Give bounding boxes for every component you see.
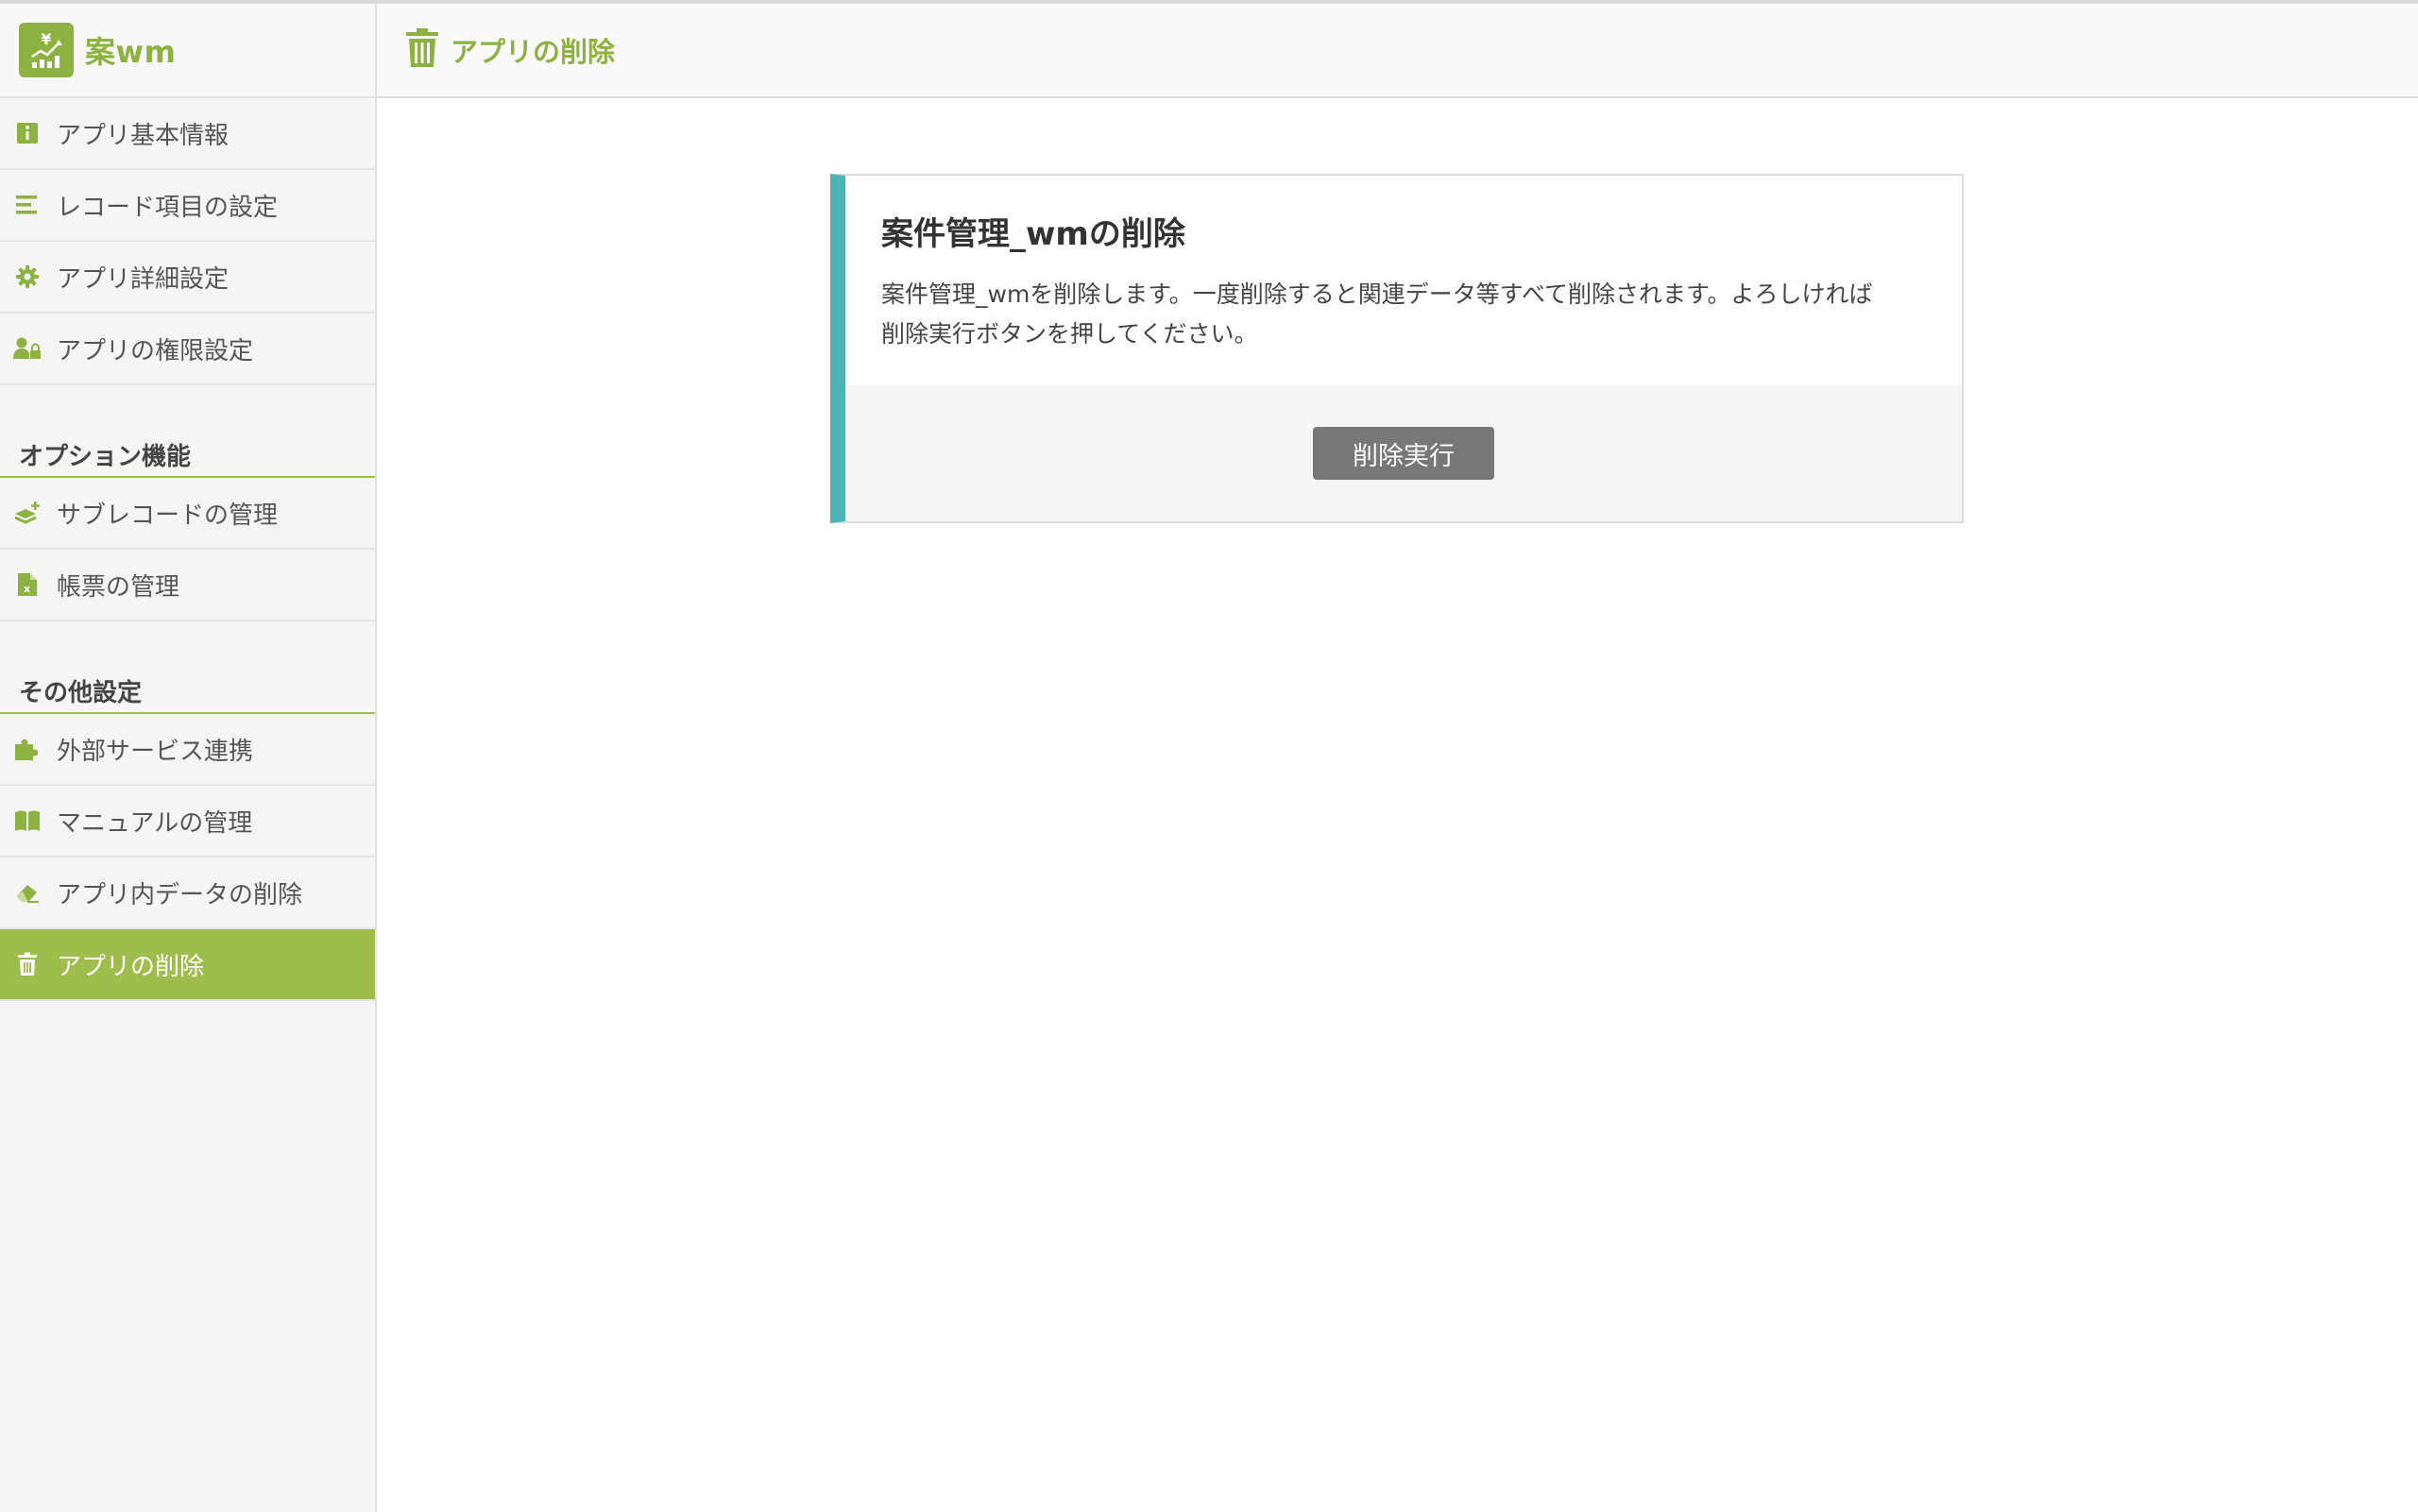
svg-text:¥: ¥ [41, 30, 51, 48]
sidebar-item-manuals[interactable]: マニュアルの管理 [0, 786, 375, 858]
app-name: 案wm [85, 34, 177, 70]
info-icon [13, 119, 42, 147]
puzzle-icon [13, 735, 42, 763]
sidebar-item-label: アプリ詳細設定 [57, 264, 230, 294]
delete-confirmation-card: 案件管理_wmの削除 案件管理_wmを削除します。一度削除すると関連データ等すべ… [830, 174, 1964, 523]
app-header[interactable]: ¥ 案wm [0, 4, 375, 98]
sidebar-item-label: アプリ基本情報 [57, 121, 230, 150]
sidebar-item-delete-app[interactable]: アプリの削除 [0, 929, 375, 1001]
layers-plus-icon [13, 499, 42, 527]
sidebar-item-label: アプリ内データの削除 [57, 880, 303, 909]
book-icon [13, 807, 42, 835]
sidebar-item-label: アプリの権限設定 [57, 336, 254, 365]
excel-file-icon: x [13, 570, 42, 599]
execute-delete-button[interactable]: 削除実行 [1313, 427, 1494, 480]
trash-icon [13, 950, 42, 978]
eraser-icon [13, 878, 42, 907]
card-footer: 削除実行 [845, 385, 1962, 521]
svg-text:x: x [24, 583, 30, 595]
sidebar-item-label: サブレコードの管理 [57, 501, 279, 530]
trash-icon [405, 28, 439, 72]
sidebar-item-forms[interactable]: x 帳票の管理 [0, 550, 375, 621]
yen-chart-icon: ¥ [19, 23, 74, 77]
list-icon [13, 191, 42, 219]
card-description-line: 案件管理_wmを削除します。一度削除すると関連データ等すべて削除されます。よろし… [881, 280, 1873, 308]
sidebar-item-app-basic-info[interactable]: アプリ基本情報 [0, 98, 375, 170]
sidebar-item-record-fields[interactable]: レコード項目の設定 [0, 170, 375, 242]
sidebar-item-label: マニュアルの管理 [57, 808, 253, 838]
page-title: アプリの削除 [451, 36, 616, 68]
user-lock-icon [13, 334, 42, 363]
card-description-line: 削除実行ボタンを押してください。 [881, 320, 1258, 348]
sidebar-item-label: 外部サービス連携 [57, 737, 254, 766]
sidebar-item-app-detail-settings[interactable]: アプリ詳細設定 [0, 242, 375, 314]
sidebar-item-label: レコード項目の設定 [57, 193, 279, 222]
sidebar: ¥ 案wm アプリ基本情報 レコード項目の設定 アプリ詳細設定 アプリの権限設定… [0, 4, 377, 1512]
card-body: 案件管理_wmの削除 案件管理_wmを削除します。一度削除すると関連データ等すべ… [845, 176, 1962, 385]
card-title: 案件管理_wmの削除 [881, 215, 1185, 253]
sidebar-item-external-services[interactable]: 外部サービス連携 [0, 714, 375, 786]
sidebar-item-label: アプリの削除 [57, 952, 205, 981]
page-header: アプリの削除 [377, 4, 2418, 98]
section-title-other-settings: その他設定 [0, 669, 375, 714]
sidebar-item-delete-app-data[interactable]: アプリ内データの削除 [0, 858, 375, 929]
gear-icon [13, 263, 42, 291]
sidebar-item-label: 帳票の管理 [57, 572, 180, 602]
sidebar-item-subrecords[interactable]: サブレコードの管理 [0, 478, 375, 550]
sidebar-item-app-permissions[interactable]: アプリの権限設定 [0, 314, 375, 385]
card-description: 案件管理_wmを削除します。一度削除すると関連データ等すべて削除されます。よろし… [881, 275, 1924, 354]
section-title-options: オプション機能 [0, 433, 375, 478]
